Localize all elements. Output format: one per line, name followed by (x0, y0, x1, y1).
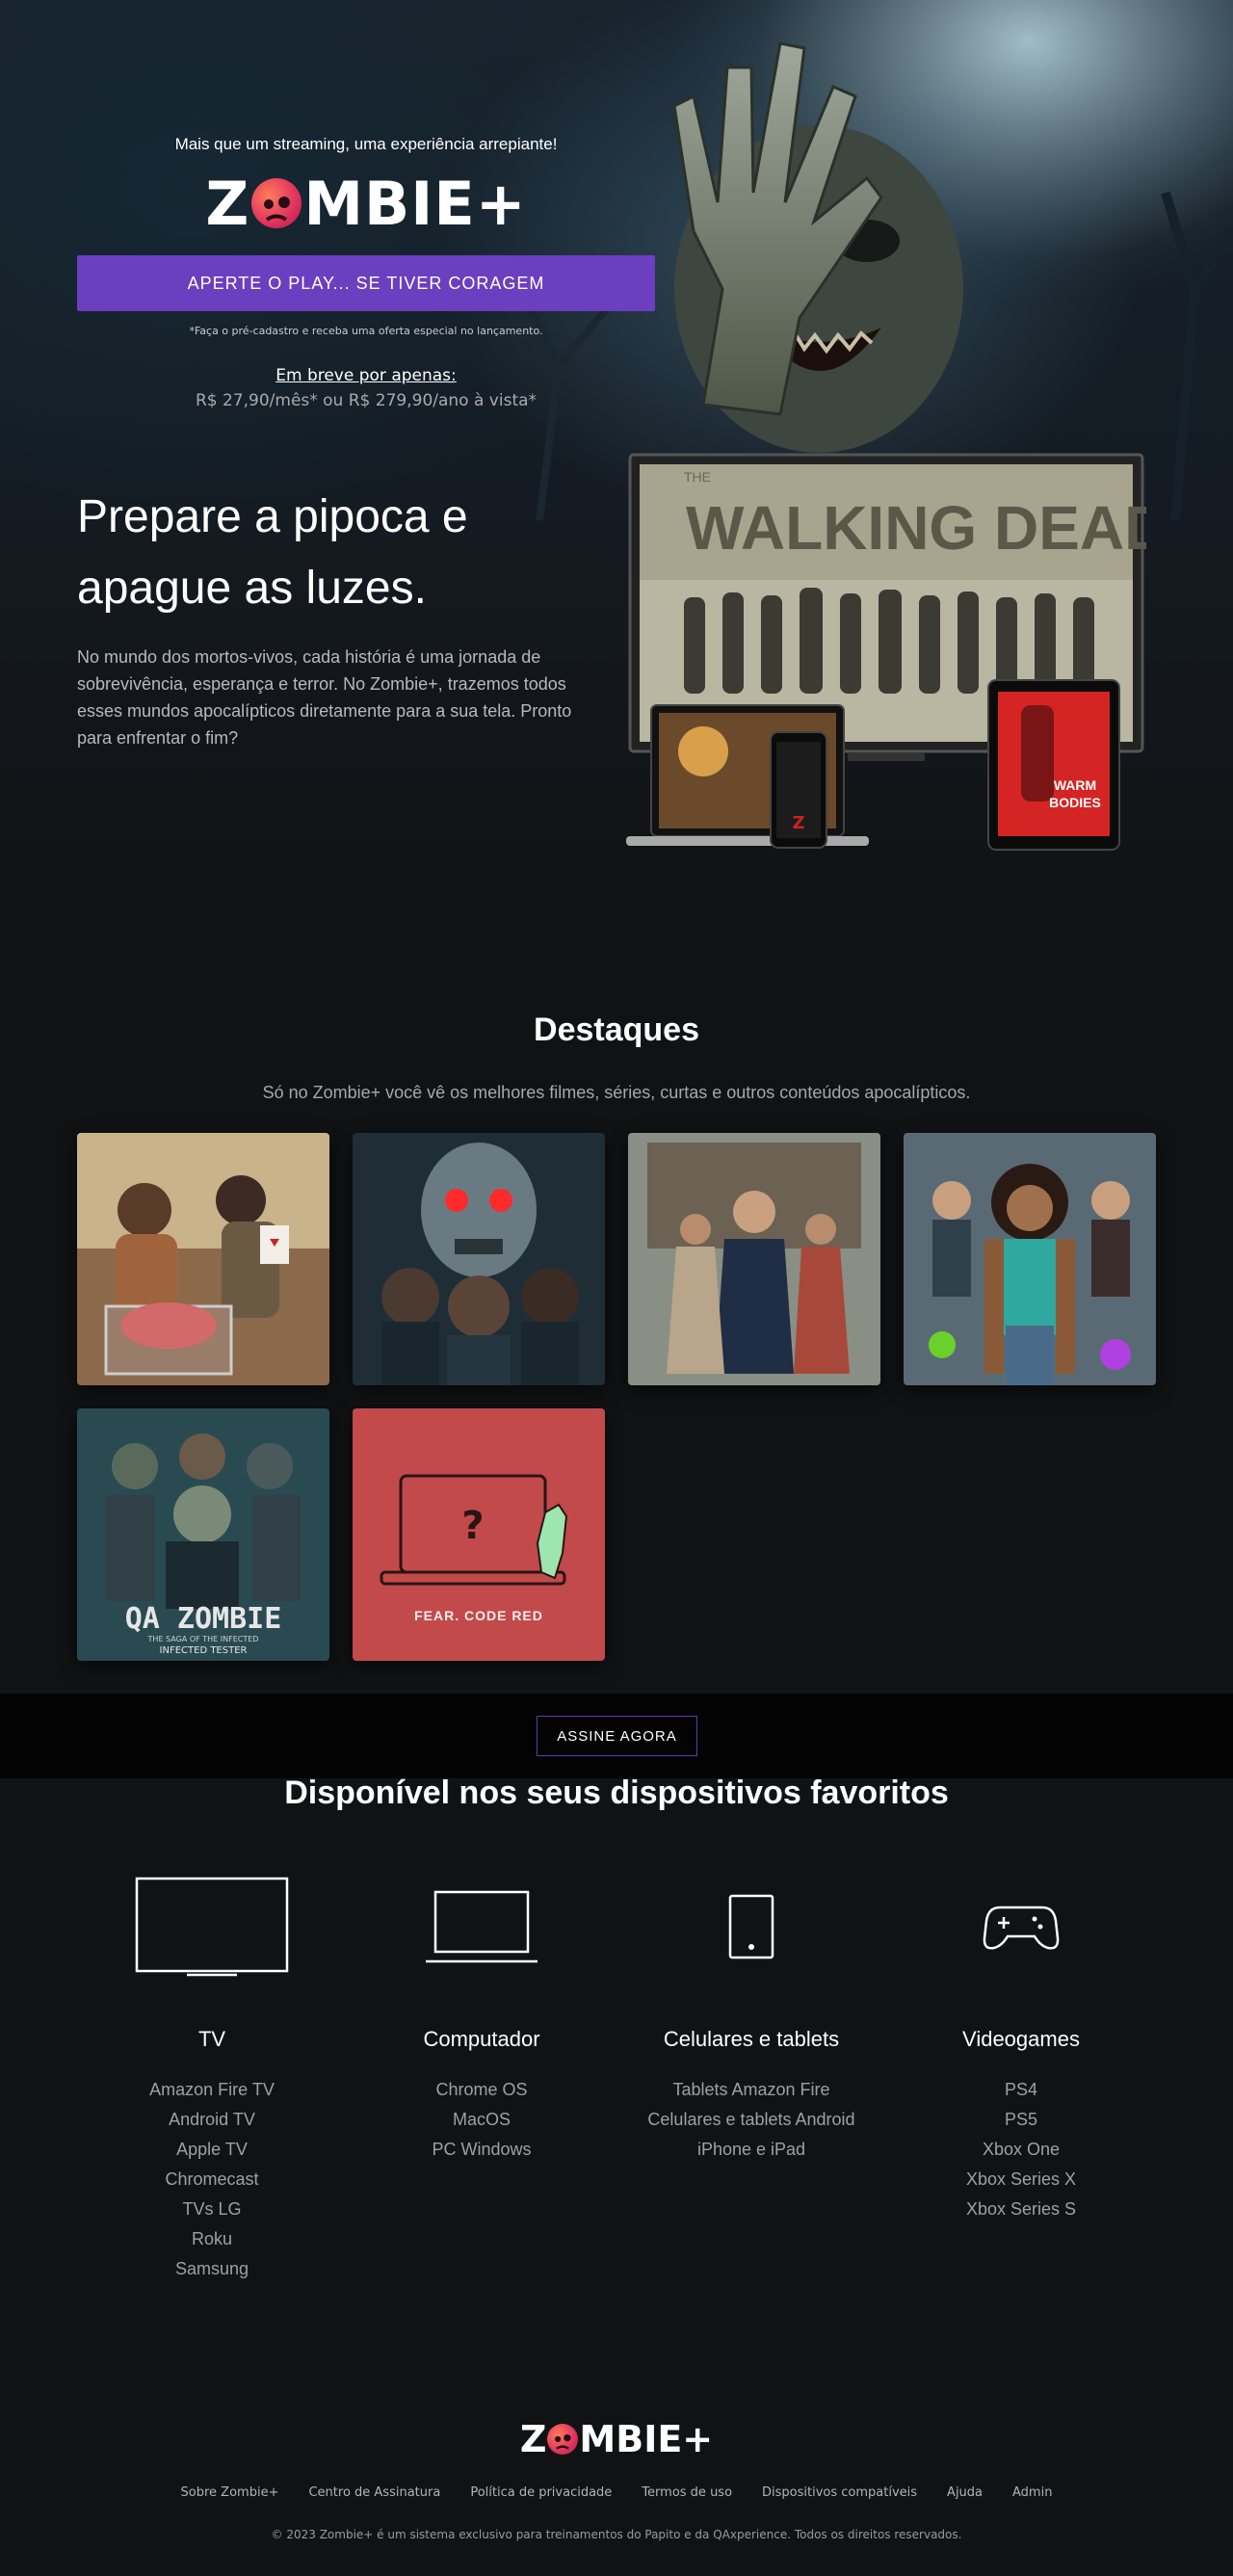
card-6-title: FEAR. CODE RED (414, 1608, 543, 1623)
footer-link-privacy[interactable]: Política de privacidade (470, 2485, 612, 2500)
footer-link-admin[interactable]: Admin (1012, 2485, 1052, 2500)
footer-link-about[interactable]: Sobre Zombie+ (181, 2485, 279, 2500)
card-6-poster-image: ? FEAR. CODE RED (353, 1408, 605, 1661)
highlight-card-1[interactable] (77, 1133, 329, 1385)
preregister-note: *Faça o pré-cadastro e receba uma oferta… (189, 325, 543, 337)
hero-tagline: Mais que um streaming, uma experiência a… (174, 135, 558, 153)
device-item: MacOS (452, 2110, 511, 2129)
device-column-videogames-title: Videogames (962, 2027, 1080, 2051)
device-column-mobile: Celulares e tablets Tablets Amazon Fire … (616, 1869, 886, 2165)
highlight-card-2[interactable] (353, 1133, 605, 1385)
device-item: Android TV (169, 2110, 255, 2129)
intro-title: Prepare a pipoca e apague as luzes. (77, 482, 616, 624)
device-item: iPhone e iPad (696, 2140, 806, 2159)
device-list-computer: Chrome OS MacOS PC Windows (347, 2075, 616, 2165)
logo-suffix: MBIE+ (303, 168, 527, 239)
card-5-poster-image: QA ZOMBIE THE SAGA OF THE INFECTED INFEC… (77, 1408, 329, 1661)
device-list-videogames: PS4 PS5 Xbox One Xbox Series X Xbox Seri… (886, 2075, 1156, 2224)
footer-logo-suffix: MBIE+ (579, 2418, 714, 2460)
svg-text:?: ? (461, 1504, 484, 1548)
zombie-face-icon (251, 178, 302, 228)
card-3-poster-image (628, 1133, 880, 1385)
tablet-icon (728, 1894, 774, 1959)
highlights-subtitle: Só no Zombie+ você vê os melhores filmes… (262, 1083, 971, 1102)
logo-prefix: Z (205, 168, 250, 239)
footer-link-devices[interactable]: Dispositivos compatíveis (762, 2485, 917, 2500)
coming-soon-label: Em breve por apenas: (275, 366, 457, 385)
highlight-card-4[interactable] (904, 1133, 1156, 1385)
footer-links: Sobre Zombie+ Centro de Assinatura Polít… (0, 2485, 1233, 2500)
device-item: PS4 (1004, 2080, 1038, 2099)
price-label: R$ 27,90/mês* ou R$ 279,90/ano à vista* (195, 391, 538, 410)
device-item: Xbox Series X (965, 2169, 1077, 2189)
highlights-title: Destaques (534, 1012, 699, 1048)
footer-logo[interactable]: Z MBIE+ (0, 2418, 1233, 2460)
device-column-videogames: Videogames PS4 PS5 Xbox One Xbox Series … (886, 1869, 1156, 2224)
device-item: Amazon Fire TV (149, 2080, 275, 2099)
device-item: Roku (191, 2229, 233, 2248)
highlight-card-6[interactable]: ? FEAR. CODE RED (353, 1408, 605, 1661)
footer-link-help[interactable]: Ajuda (947, 2485, 983, 2500)
tablet-poster-title-2: BODIES (1049, 795, 1101, 810)
highlight-card-5[interactable]: QA ZOMBIE THE SAGA OF THE INFECTED INFEC… (77, 1408, 329, 1661)
device-item: Xbox Series S (965, 2199, 1077, 2219)
intro-title-line-1: Prepare a pipoca e (77, 491, 468, 542)
device-column-computer: Computador Chrome OS MacOS PC Windows (347, 1869, 616, 2165)
card-4-poster-image (904, 1133, 1156, 1385)
device-column-tv-title: TV (197, 2027, 226, 2051)
gamepad-icon (983, 1906, 1060, 1950)
device-item: Tablets Amazon Fire (672, 2080, 830, 2099)
devices-mockup-image: THE WALKING DEAD Z WARM BODIES (626, 453, 1146, 851)
svg-text:Z: Z (792, 813, 804, 833)
footer-logo-prefix: Z (519, 2418, 547, 2460)
device-item: Xbox One (982, 2140, 1061, 2159)
intro-text: No mundo dos mortos-vivos, cada história… (77, 647, 572, 748)
tv-icon (135, 1877, 289, 1977)
card-5-title: QA ZOMBIE (125, 1602, 282, 1636)
zombie-face-icon (547, 2424, 579, 2455)
device-item: TVs LG (182, 2199, 242, 2219)
device-column-tv: TV Amazon Fire TV Android TV Apple TV Ch… (77, 1869, 347, 2284)
tablet-poster-title-1: WARM (1054, 777, 1096, 793)
device-item: PS5 (1004, 2110, 1038, 2129)
intro-title-line-2: apague as luzes. (77, 563, 427, 614)
card-5-subtitle: THE SAGA OF THE INFECTED (147, 1635, 259, 1643)
card-5-subtitle-2: INFECTED TESTER (160, 1645, 248, 1656)
card-2-poster-image (353, 1133, 605, 1385)
devices-title: Disponível nos seus dispositivos favorit… (284, 1774, 949, 1811)
device-item: Samsung (174, 2259, 249, 2278)
device-item: PC Windows (432, 2140, 532, 2159)
device-item: Apple TV (176, 2140, 248, 2159)
device-item: Chrome OS (435, 2080, 528, 2099)
zombie-plus-logo[interactable]: Z MBIE+ (77, 168, 655, 239)
device-item: Celulares e tablets Android (647, 2110, 855, 2129)
tv-poster-title: WALKING DEAD (686, 493, 1146, 563)
subscribe-button[interactable]: ASSINE AGORA (537, 1716, 697, 1756)
copyright: © 2023 Zombie+ é um sistema exclusivo pa… (271, 2528, 962, 2541)
card-1-poster-image (77, 1133, 329, 1385)
device-column-computer-title: Computador (423, 2027, 540, 2051)
device-list-tv: Amazon Fire TV Android TV Apple TV Chrom… (77, 2075, 347, 2284)
footer-link-subscription-center[interactable]: Centro de Assinatura (308, 2485, 440, 2500)
device-list-mobile: Tablets Amazon Fire Celulares e tablets … (616, 2075, 886, 2165)
device-item: Chromecast (165, 2169, 259, 2189)
device-column-mobile-title: Celulares e tablets (663, 2027, 840, 2051)
laptop-icon (426, 1890, 538, 1963)
footer-link-terms[interactable]: Termos de uso (642, 2485, 732, 2500)
play-cta-button[interactable]: APERTE O PLAY... SE TIVER CORAGEM (77, 255, 655, 311)
tv-poster-sup: THE (684, 469, 711, 485)
hero-section: Mais que um streaming, uma experiência a… (0, 0, 1233, 906)
highlight-card-3[interactable] (628, 1133, 880, 1385)
